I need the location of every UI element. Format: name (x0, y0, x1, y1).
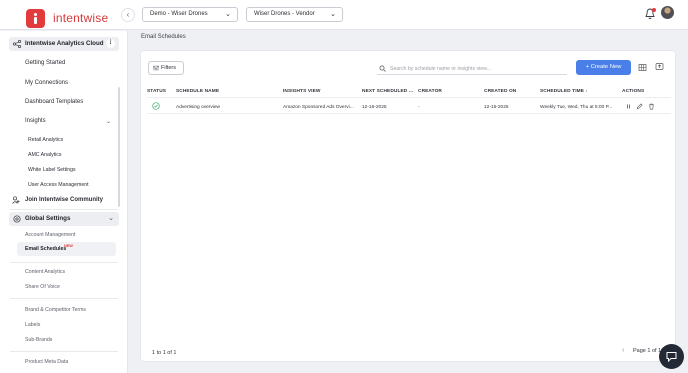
chat-bubble-icon (666, 352, 677, 363)
table-header: STATUS SCHEDULE NAME INSIGHTS VIEW NEXT … (147, 86, 671, 98)
chevron-down-icon[interactable]: ⌄ (108, 212, 114, 226)
chevron-down-icon: ⌄ (225, 11, 231, 18)
sort-down-arrow-icon: ↓ (584, 89, 588, 94)
column-header-schedule-name[interactable]: SCHEDULE NAME (176, 89, 219, 94)
column-header-status[interactable]: STATUS (147, 89, 166, 94)
community-users-icon (12, 196, 20, 204)
breadcrumb: Email Schedules (141, 34, 186, 40)
sidebar-scrollbar[interactable] (118, 87, 120, 207)
search-field (377, 63, 567, 75)
filters-label: Filters (161, 65, 176, 71)
create-new-label: Create New (590, 64, 622, 70)
sidebar-divider (10, 209, 118, 210)
sidebar-divider (10, 351, 118, 352)
cell-schedule-name[interactable]: Advertising overview (176, 105, 220, 110)
sidebar-subitem-retail-analytics[interactable]: Retail Analytics (28, 137, 63, 143)
brand-logo-text: intentwise (53, 11, 109, 25)
pause-icon[interactable] (625, 103, 632, 110)
cell-created-on: 12-15-2025 (484, 105, 509, 110)
sidebar-item-content-analytics[interactable]: Content Analytics (25, 269, 65, 275)
sidebar-section-analytics-cloud[interactable]: Intentwise Analytics Cloud ⋮ (9, 37, 119, 51)
account-select-value: Demo - Wiser Drones (150, 11, 208, 17)
column-header-next-scheduled[interactable]: NEXT SCHEDULED ... (362, 89, 413, 94)
columns-grid-icon[interactable] (638, 63, 647, 72)
collapse-sidebar-button[interactable]: ‹ (121, 8, 135, 22)
column-header-label: SCHEDULED TIME (540, 89, 585, 94)
edit-pencil-icon[interactable] (636, 103, 643, 110)
sidebar-subitem-amc-analytics[interactable]: AMC Analytics (28, 152, 61, 158)
chevron-down-icon[interactable]: ⌄ (106, 118, 111, 125)
profile-select-value: Wiser Drones - Vendor (254, 11, 315, 17)
sidebar-section-title: Intentwise Analytics Cloud (25, 40, 104, 47)
sidebar-item-brand-competitor-terms[interactable]: Brand & Competitor Terms (25, 307, 86, 313)
sidebar-item-share-of-voice[interactable]: Share Of Voice (25, 284, 60, 290)
sidebar-item-account-management[interactable]: Account Management (25, 232, 75, 238)
sidebar-item-sub-brands[interactable]: Sub-Brands (25, 337, 52, 343)
search-input[interactable] (390, 64, 560, 73)
share-nodes-icon (13, 40, 21, 48)
sidebar: Intentwise Analytics Cloud ⋮ Getting Sta… (0, 31, 128, 373)
gear-icon (13, 215, 21, 223)
account-select[interactable]: Demo - Wiser Drones ⌄ (142, 7, 238, 22)
column-header-created-on[interactable]: CREATED ON (484, 89, 516, 94)
delete-trash-icon[interactable] (648, 103, 655, 110)
sidebar-item-insights[interactable]: Insights (25, 118, 46, 124)
filters-button[interactable]: Filters (148, 61, 184, 75)
sidebar-item-email-schedules[interactable]: Email Schedules NEW (17, 242, 116, 256)
profile-select[interactable]: Wiser Drones - Vendor ⌄ (246, 7, 343, 22)
sidebar-divider (10, 262, 118, 263)
cell-insights-view: Amazon Sponsored Ads Overvi... (283, 105, 354, 110)
sidebar-section-title: Global Settings (25, 215, 71, 222)
column-header-scheduled-time[interactable]: SCHEDULED TIME ↓ (540, 89, 588, 94)
cell-creator: - (418, 105, 420, 110)
sidebar-item-join-community[interactable]: Join Intentwise Community (25, 197, 103, 203)
sidebar-divider (10, 298, 118, 299)
new-badge: NEW (64, 244, 73, 248)
table-row[interactable]: Advertising overview Amazon Sponsored Ad… (147, 100, 671, 114)
sidebar-item-dashboard-templates[interactable]: Dashboard Templates (25, 99, 83, 105)
schedules-card: Filters + Create New STATUS SCHEDULE NAM… (140, 50, 676, 362)
chat-support-button[interactable] (659, 344, 684, 369)
status-check-icon (152, 102, 160, 110)
filter-sliders-icon (153, 65, 159, 71)
chevron-down-icon: ⌄ (330, 11, 336, 18)
sidebar-item-labels[interactable]: Labels (25, 322, 40, 328)
create-new-button[interactable]: + Create New (576, 60, 631, 75)
sidebar-subitem-white-label-settings[interactable]: White Label Settings (28, 167, 76, 173)
column-header-creator[interactable]: CREATOR (418, 89, 442, 94)
sidebar-subitem-user-access-management[interactable]: User Access Management (28, 182, 89, 188)
cell-next-scheduled: 12-16-2025 (362, 105, 387, 110)
intentwise-logo-icon (26, 9, 45, 28)
cell-scheduled-time: Weekly Tue, Wed, Thu at 5:00 P... (540, 105, 613, 110)
export-icon[interactable] (655, 62, 664, 71)
search-icon (379, 65, 386, 72)
page-indicator: Page 1 of 1 (633, 348, 662, 354)
top-bar: intentwise ‹ Demo - Wiser Drones ⌄ Wiser… (0, 0, 688, 30)
sidebar-item-label: Email Schedules (25, 246, 67, 252)
sidebar-item-getting-started[interactable]: Getting Started (25, 60, 65, 66)
user-avatar[interactable] (661, 6, 674, 19)
sidebar-section-global-settings[interactable]: Global Settings ⌄ (9, 212, 119, 226)
sidebar-item-my-connections[interactable]: My Connections (25, 80, 68, 86)
more-options-icon[interactable]: ⋮ (106, 39, 115, 48)
row-count: 1 to 1 of 1 (152, 350, 177, 356)
column-header-actions: ACTIONS (622, 89, 645, 94)
sidebar-item-product-meta-data[interactable]: Product Meta Data (25, 359, 68, 365)
previous-page-icon[interactable]: ‹ (622, 347, 624, 354)
notification-dot (652, 8, 656, 12)
column-header-insights-view[interactable]: INSIGHTS VIEW (283, 89, 321, 94)
